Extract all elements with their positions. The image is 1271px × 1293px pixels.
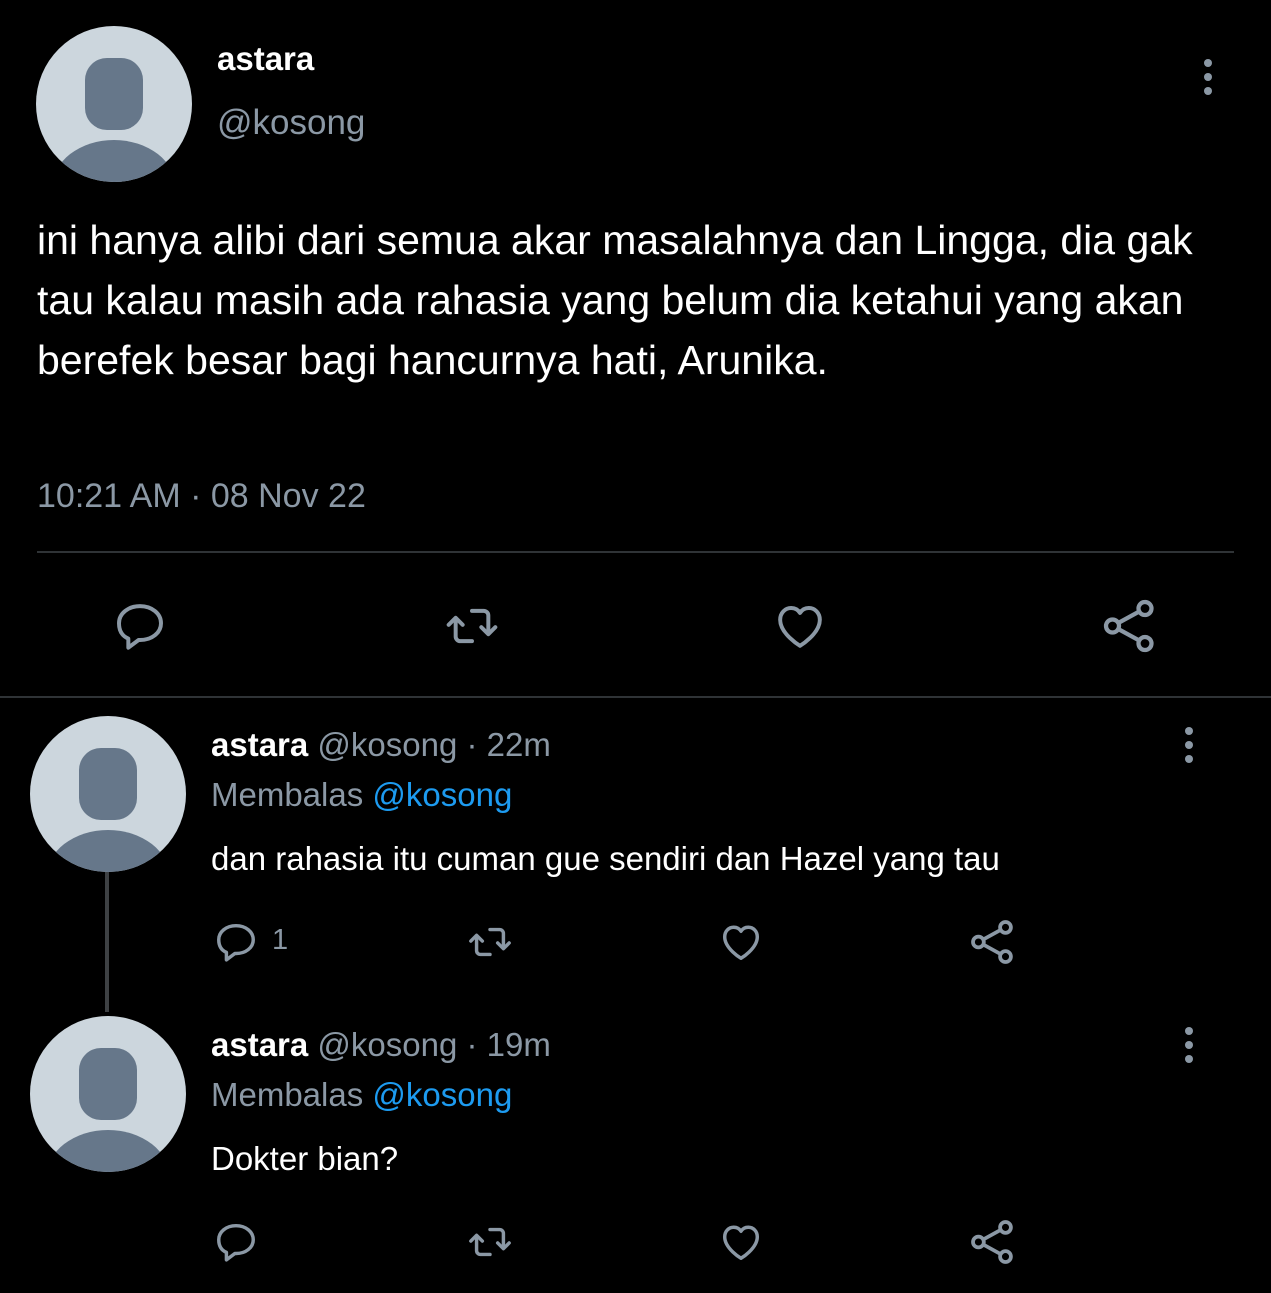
mention-link[interactable]: @kosong [372, 1076, 512, 1113]
share-icon[interactable] [1098, 594, 1162, 658]
more-options-icon[interactable] [1177, 724, 1201, 766]
like-icon[interactable] [770, 596, 830, 656]
reply-count: 1 [272, 924, 289, 956]
section-divider [0, 696, 1271, 698]
retweet-icon[interactable] [464, 918, 516, 966]
more-options-icon[interactable] [1177, 1024, 1201, 1066]
retweet-icon[interactable] [440, 596, 504, 656]
tweet-timestamp: 10:21 AM · 08 Nov 22 [37, 477, 366, 515]
display-name[interactable]: astara [211, 1026, 308, 1063]
share-icon[interactable] [967, 1216, 1019, 1268]
reply-icon[interactable] [110, 596, 170, 656]
display-name[interactable]: astara [211, 726, 308, 763]
share-icon[interactable] [967, 916, 1019, 968]
thread-line [105, 872, 109, 1012]
user-handle[interactable]: @kosong [217, 103, 365, 143]
reply-text: Dokter bian? [211, 1140, 399, 1177]
avatar[interactable] [36, 26, 192, 182]
reply-icon[interactable] [212, 1218, 260, 1266]
default-avatar-icon [46, 1048, 170, 1172]
avatar[interactable] [30, 716, 186, 872]
reply-header: astara @kosong · 19m [211, 1026, 551, 1064]
retweet-icon[interactable] [464, 1218, 516, 1266]
handle-and-time: @kosong · 19m [308, 1026, 551, 1063]
reply-header: astara @kosong · 22m [211, 726, 551, 764]
reply-icon[interactable] [212, 918, 260, 966]
replying-label: Membalas [211, 1076, 373, 1113]
like-icon[interactable] [716, 918, 766, 966]
replying-label: Membalas [211, 776, 373, 813]
mention-link[interactable]: @kosong [372, 776, 512, 813]
default-avatar-icon [46, 748, 170, 872]
tweet-text: ini hanya alibi dari semua akar masalahn… [37, 217, 1193, 383]
default-avatar-icon [52, 58, 176, 182]
like-icon[interactable] [716, 1218, 766, 1266]
replying-to: Membalas @kosong [211, 1076, 512, 1114]
replying-to: Membalas @kosong [211, 776, 512, 814]
more-options-icon[interactable] [1196, 56, 1220, 98]
handle-and-time: @kosong · 22m [308, 726, 551, 763]
divider [37, 551, 1234, 553]
avatar[interactable] [30, 1016, 186, 1172]
display-name[interactable]: astara [217, 40, 314, 78]
reply-text: dan rahasia itu cuman gue sendiri dan Ha… [211, 840, 1000, 877]
